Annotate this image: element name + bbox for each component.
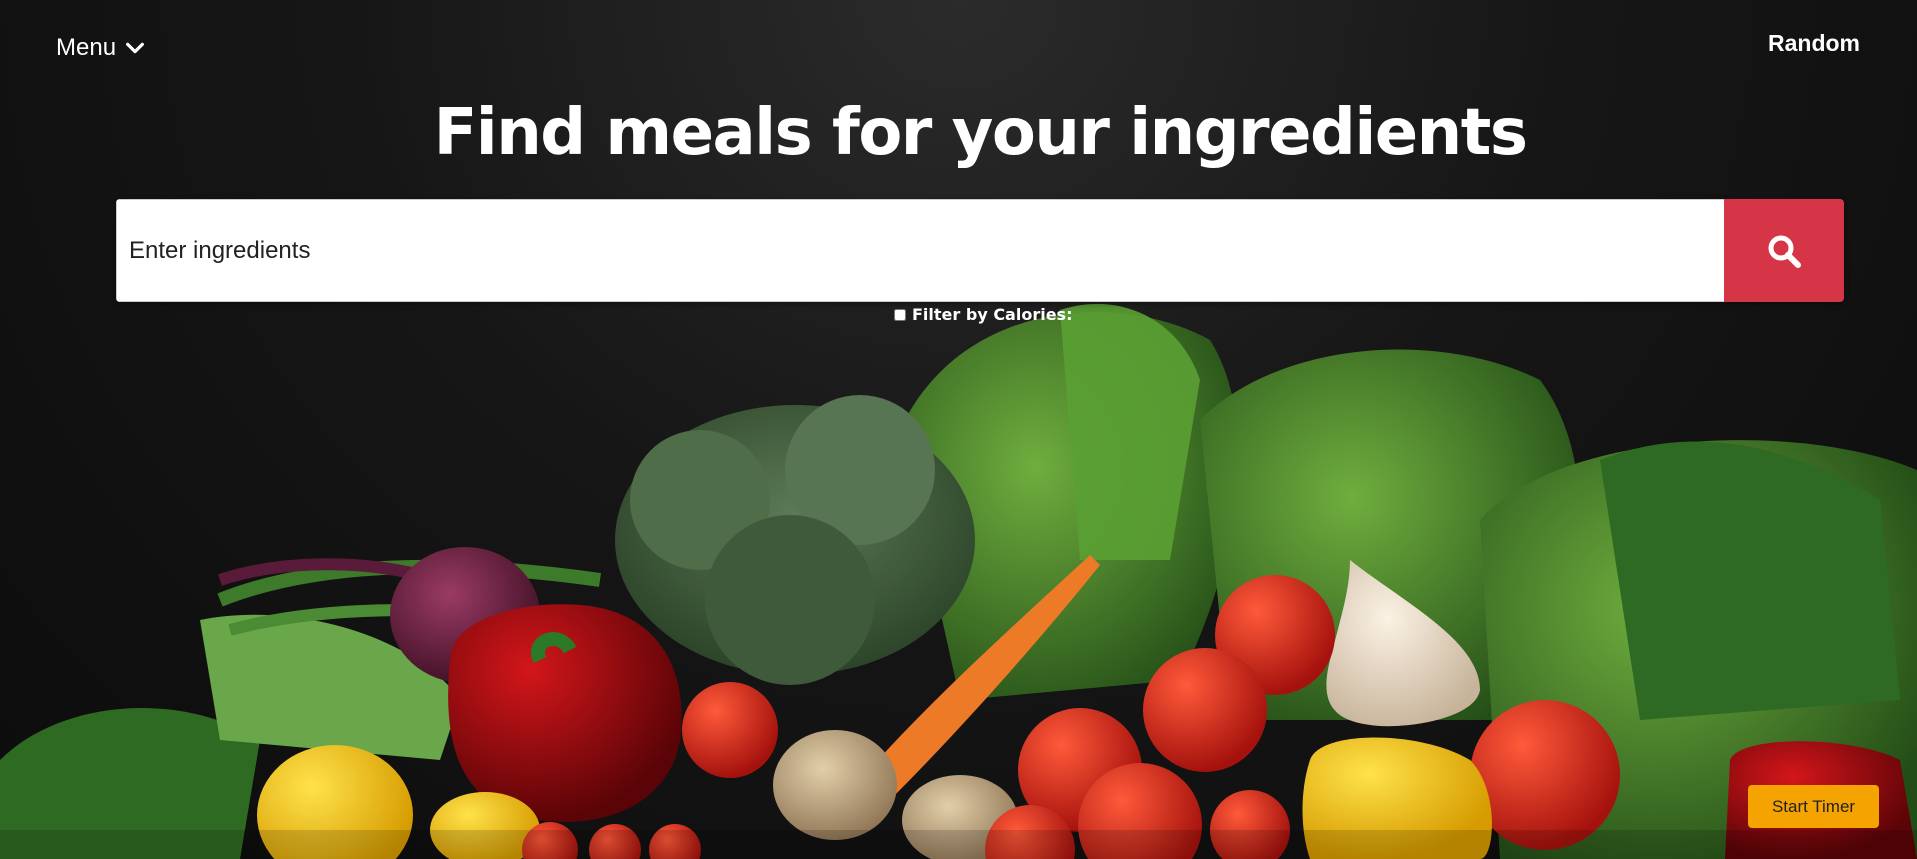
search-bar	[116, 199, 1844, 302]
menu-toggle[interactable]: Menu	[56, 34, 146, 62]
ingredients-search-input[interactable]	[116, 199, 1724, 302]
search-icon	[1768, 235, 1801, 268]
filter-by-calories: Filter by Calories:	[894, 305, 1072, 324]
chevron-down-icon	[126, 42, 144, 54]
menu-label: Menu	[56, 34, 117, 61]
page-title: Find meals for your ingredients	[433, 96, 1528, 170]
search-button[interactable]	[1724, 199, 1844, 302]
filter-calories-label: Filter by Calories:	[912, 305, 1073, 324]
random-link[interactable]: Random	[1768, 30, 1860, 57]
start-timer-button[interactable]: Start Timer	[1748, 785, 1879, 828]
hero-section: Menu Random Find meals for your ingredie…	[0, 0, 1917, 859]
filter-calories-checkbox[interactable]	[894, 308, 906, 321]
